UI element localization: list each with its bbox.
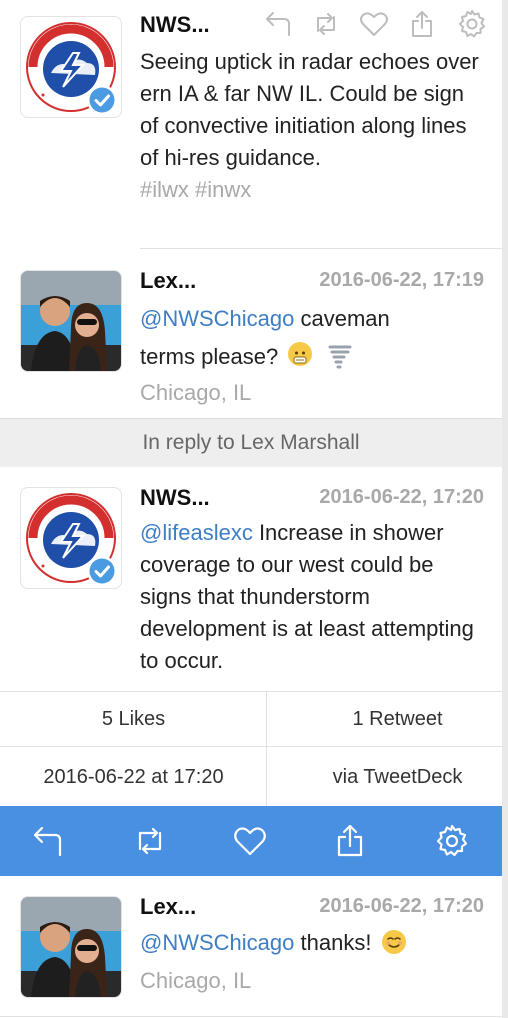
verified-icon: [86, 555, 118, 587]
tweet-mention[interactable]: @lifeaslexc: [140, 520, 253, 545]
in-reply-to-banner[interactable]: In reply to Lex Marshall: [0, 418, 502, 468]
retweet-icon[interactable]: [132, 823, 168, 859]
tweet-text: Seeing uptick in radar echoes over ern I…: [140, 46, 485, 206]
settings-icon[interactable]: [434, 823, 470, 859]
tweet-timestamp: 2016-06-22, 17:20: [319, 486, 484, 508]
tweet-body: caveman: [294, 306, 390, 331]
tweet-divider: [140, 248, 502, 249]
retweets-count[interactable]: 1 Retweet: [272, 692, 508, 746]
bottom-divider: [0, 1016, 502, 1017]
tweet-lex-1[interactable]: Lex... 2016-06-22, 17:19 @NWSChicago cav…: [0, 250, 502, 418]
tweet-lex-2[interactable]: Lex... 2016-06-22, 17:20 @NWSChicago tha…: [0, 876, 502, 1018]
like-icon[interactable]: [232, 823, 268, 859]
tweet-nws-1[interactable]: NWS... Seeing uptick in radar echoes ove…: [0, 0, 502, 250]
lex-avatar[interactable]: [20, 270, 122, 372]
tweet-body-2: terms please?: [140, 344, 279, 369]
grimace-emoji-icon: [288, 342, 313, 366]
tweet-hashtags[interactable]: #ilwx #inwx: [140, 177, 251, 202]
tweet-text: @lifeaslexc Increase in shower coverage …: [140, 517, 485, 677]
tweet-body: thanks!: [294, 930, 372, 955]
tornado-emoji-icon: [328, 343, 352, 369]
tweet-timestamp: 2016-06-22, 17:19: [319, 269, 484, 291]
tweet-text: @NWSChicago caveman terms please?: [140, 300, 485, 376]
lex-avatar[interactable]: [20, 896, 122, 998]
tweet-mini-actions: [262, 8, 488, 40]
tweet-client[interactable]: via TweetDeck: [272, 747, 508, 807]
right-border: [502, 0, 508, 1018]
tweet-location[interactable]: Chicago, IL: [140, 968, 251, 994]
tweet-location[interactable]: Chicago, IL: [140, 380, 251, 406]
tweet-author-name[interactable]: NWS...: [140, 12, 210, 38]
tweet-timestamp: 2016-06-22, 17:20: [319, 895, 484, 917]
tweet-mention[interactable]: @NWSChicago: [140, 306, 294, 331]
retweet-icon[interactable]: [310, 8, 342, 40]
verified-icon: [86, 84, 118, 116]
tweet-text: @NWSChicago thanks!: [140, 926, 485, 960]
likes-count[interactable]: 5 Likes: [8, 692, 259, 746]
tweet-author-name[interactable]: NWS...: [140, 485, 210, 511]
tweet-date: 2016-06-22 at 17:20: [43, 766, 224, 788]
share-icon[interactable]: [332, 823, 368, 859]
like-icon[interactable]: [358, 8, 390, 40]
stat-separator: [266, 692, 267, 746]
smile-emoji-icon: [381, 930, 406, 954]
reply-icon[interactable]: [262, 8, 294, 40]
tweet-nws-focused[interactable]: NWS... 2016-06-22, 17:20 @lifeaslexc Inc…: [0, 467, 502, 691]
tweet-action-bar: [0, 806, 502, 876]
stat-separator: [266, 747, 267, 807]
tweet-mention[interactable]: @NWSChicago: [140, 930, 294, 955]
tweet-body: Seeing uptick in radar echoes over ern I…: [140, 49, 479, 170]
meta-row: 2016-06-22 at 17:20 via TweetDeck: [0, 746, 502, 807]
tweet-author-name[interactable]: Lex...: [140, 894, 196, 920]
tweet-author-name[interactable]: Lex...: [140, 268, 196, 294]
engagement-row: 5 Likes 1 Retweet: [0, 691, 502, 746]
reply-icon[interactable]: [30, 823, 66, 859]
share-icon[interactable]: [406, 8, 438, 40]
settings-icon[interactable]: [456, 8, 488, 40]
